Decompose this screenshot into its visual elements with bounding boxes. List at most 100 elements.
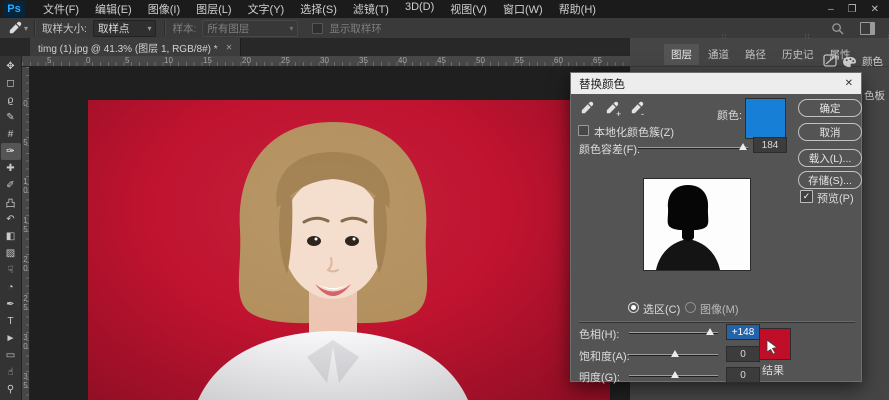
plus-badge: + bbox=[616, 109, 621, 119]
move-tool[interactable]: ✥ bbox=[1, 58, 21, 75]
dialog-title-bar[interactable]: 替换颜色 ✕ bbox=[571, 73, 861, 94]
menu-items: 文件(F)编辑(E)图像(I)图层(L)文字(Y)选择(S)滤镜(T)3D(D)… bbox=[35, 0, 604, 19]
menu-layer[interactable]: 图层(L) bbox=[188, 0, 239, 19]
ruler-number: 45 bbox=[437, 56, 476, 65]
menu-window[interactable]: 窗口(W) bbox=[495, 0, 551, 19]
ok-button[interactable]: 确定 bbox=[798, 99, 862, 117]
ruler-number: 15 bbox=[203, 56, 242, 65]
menu-3d[interactable]: 3D(D) bbox=[397, 0, 442, 19]
history-brush-tool[interactable]: ↶ bbox=[1, 211, 21, 228]
sample-label: 样本: bbox=[172, 21, 196, 36]
menu-view[interactable]: 视图(V) bbox=[442, 0, 495, 19]
dialog-close-icon[interactable]: ✕ bbox=[845, 78, 853, 89]
preview-checkbox[interactable]: ✓ bbox=[800, 190, 813, 203]
type-tool[interactable]: T bbox=[1, 313, 21, 330]
photoshop-window: Ps 文件(F)编辑(E)图像(I)图层(L)文字(Y)选择(S)滤镜(T)3D… bbox=[0, 0, 889, 400]
color-panel-button[interactable]: 颜色 bbox=[842, 54, 883, 69]
mask-preview-thumbnail[interactable] bbox=[643, 178, 751, 271]
selection-radio[interactable] bbox=[628, 302, 639, 313]
lightness-slider-thumb[interactable] bbox=[671, 371, 679, 378]
tool-preset-chevron[interactable]: ▾ bbox=[24, 24, 28, 33]
window-close-button[interactable]: ✕ bbox=[871, 4, 879, 15]
saturation-label: 饱和度(A): bbox=[579, 348, 630, 364]
swatches-panel-button[interactable]: 色板 bbox=[864, 88, 885, 103]
path-select-tool[interactable]: ► bbox=[1, 330, 21, 347]
eyedropper-sample-icon[interactable] bbox=[579, 101, 594, 116]
image-radio[interactable] bbox=[685, 302, 696, 313]
sample-dropdown[interactable]: 所有图层 ▾ bbox=[202, 20, 298, 37]
lasso-tool[interactable]: ϱ bbox=[1, 92, 21, 109]
document-canvas[interactable] bbox=[88, 100, 610, 400]
hue-slider[interactable] bbox=[629, 332, 718, 333]
document-title: timg (1).jpg @ 41.3% (图层 1, RGB/8#) * bbox=[38, 40, 218, 55]
menu-select[interactable]: 选择(S) bbox=[292, 0, 345, 19]
ruler-number: 20 bbox=[22, 255, 29, 294]
tab-channels[interactable]: 通道 bbox=[701, 44, 736, 65]
restore-button[interactable]: ❐ bbox=[848, 4, 857, 15]
ruler-number: 25 bbox=[281, 56, 320, 65]
show-ring-checkbox[interactable] bbox=[312, 23, 323, 34]
hue-slider-thumb[interactable] bbox=[706, 328, 714, 335]
tab-paths[interactable]: 路径 bbox=[738, 44, 773, 65]
fuzziness-value[interactable]: 184 bbox=[753, 137, 787, 153]
grip-icon: ∷ bbox=[722, 33, 726, 41]
mouse-cursor bbox=[765, 339, 779, 355]
eyedropper-tool[interactable]: ✑ bbox=[1, 143, 21, 160]
zoom-tool[interactable]: ⚲ bbox=[1, 381, 21, 398]
load-button[interactable]: 载入(L)... bbox=[798, 149, 862, 167]
saturation-slider-thumb[interactable] bbox=[671, 350, 679, 357]
tab-layers[interactable]: 图层 bbox=[664, 44, 699, 65]
dodge-tool[interactable]: ◔ bbox=[1, 279, 21, 296]
image-radio-label: 图像(M) bbox=[700, 301, 739, 317]
localized-clusters-label: 本地化颜色簇(Z) bbox=[594, 124, 674, 140]
saturation-value[interactable]: 0 bbox=[726, 346, 760, 362]
separator bbox=[34, 21, 36, 35]
lightness-slider[interactable] bbox=[629, 375, 718, 376]
replace-color-dialog: 替换颜色 ✕ + - 颜色: 本地化颜色簇(Z) 颜色容差(F): 184 确定… bbox=[570, 72, 862, 382]
menu-help[interactable]: 帮助(H) bbox=[551, 0, 604, 19]
menu-file[interactable]: 文件(F) bbox=[35, 0, 87, 19]
clone-stamp-tool[interactable]: 凸 bbox=[1, 194, 21, 211]
marquee-tool[interactable]: ◻ bbox=[1, 75, 21, 92]
tools-panel: ✥◻ϱ✎#✑✚✐凸↶◧▨☟◔✒T►▭☝⚲ bbox=[0, 56, 22, 400]
ruler-number: 35 bbox=[22, 372, 29, 400]
fuzziness-slider-thumb[interactable] bbox=[739, 143, 747, 150]
shape-tool[interactable]: ▭ bbox=[1, 347, 21, 364]
gradient-tool[interactable]: ▨ bbox=[1, 245, 21, 262]
ruler-number: 10 bbox=[164, 56, 203, 65]
saturation-slider[interactable] bbox=[629, 354, 718, 355]
pen-tool[interactable]: ✒ bbox=[1, 296, 21, 313]
hue-value[interactable]: +148 bbox=[726, 324, 760, 340]
hand-tool[interactable]: ☝ bbox=[1, 364, 21, 381]
photoshop-logo[interactable]: Ps bbox=[3, 1, 25, 17]
eyedropper-icon[interactable] bbox=[7, 21, 22, 36]
crop-tool[interactable]: # bbox=[1, 126, 21, 143]
tab-close-icon[interactable]: ✕ bbox=[226, 43, 233, 52]
tab-history[interactable]: 历史记 bbox=[775, 44, 821, 65]
selected-color-swatch[interactable] bbox=[745, 98, 786, 139]
grip-icon: ∷ bbox=[805, 33, 809, 41]
sample-size-dropdown[interactable]: 取样点 ▾ bbox=[93, 20, 157, 37]
menu-edit[interactable]: 编辑(E) bbox=[87, 0, 140, 19]
ruler-number: 40 bbox=[398, 56, 437, 65]
ruler-number: 35 bbox=[359, 56, 398, 65]
menu-image[interactable]: 图像(I) bbox=[140, 0, 188, 19]
localized-clusters-checkbox[interactable] bbox=[578, 125, 589, 136]
menu-filter[interactable]: 滤镜(T) bbox=[345, 0, 397, 19]
lightness-value[interactable]: 0 bbox=[726, 367, 760, 383]
brush-tool[interactable]: ✐ bbox=[1, 177, 21, 194]
document-tab[interactable]: timg (1).jpg @ 41.3% (图层 1, RGB/8#) * ✕ bbox=[30, 38, 241, 56]
menu-type[interactable]: 文字(Y) bbox=[240, 0, 293, 19]
minimize-button[interactable]: – bbox=[828, 4, 834, 15]
horizontal-ruler: 505101520253035404550556065 bbox=[22, 56, 630, 67]
chevron-down-icon: ▾ bbox=[147, 24, 151, 33]
adjustments-icon[interactable] bbox=[822, 52, 839, 69]
quick-selection-tool[interactable]: ✎ bbox=[1, 109, 21, 126]
eraser-tool[interactable]: ◧ bbox=[1, 228, 21, 245]
ruler-number: 20 bbox=[242, 56, 281, 65]
smudge-tool[interactable]: ☟ bbox=[1, 262, 21, 279]
healing-brush-tool[interactable]: ✚ bbox=[1, 160, 21, 177]
save-button[interactable]: 存储(S)... bbox=[798, 171, 862, 189]
fuzziness-slider[interactable] bbox=[638, 147, 748, 148]
cancel-button[interactable]: 取消 bbox=[798, 123, 862, 141]
